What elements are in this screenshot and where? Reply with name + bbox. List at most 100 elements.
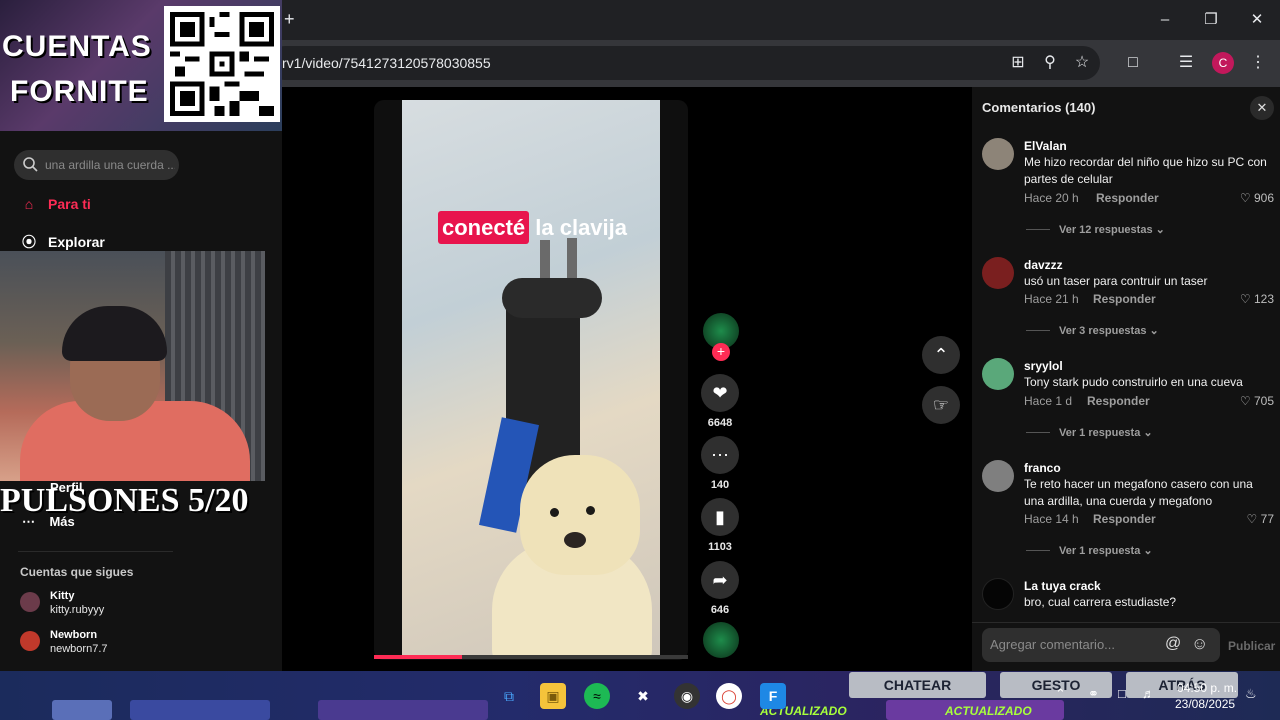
network-icon[interactable]: □ xyxy=(1118,686,1126,701)
comment-like-count: 123 xyxy=(1253,292,1274,306)
search-input[interactable]: una ardilla una cuerda ... xyxy=(45,158,175,172)
extensions-icon[interactable]: □ xyxy=(1122,52,1144,74)
like-button[interactable]: ❤ xyxy=(701,374,739,412)
next-video-button[interactable]: ☞ xyxy=(922,386,960,424)
install-app-icon[interactable]: ⊞ xyxy=(1007,52,1029,74)
publish-button[interactable]: Publicar xyxy=(1228,639,1275,653)
sidebar-divider xyxy=(18,551,173,552)
comment-like[interactable]: ♡ 705 xyxy=(1214,394,1274,408)
profile-avatar[interactable]: C xyxy=(1212,52,1234,74)
close-window-icon[interactable]: ✕ xyxy=(1242,8,1272,32)
chevron-down-icon: ⌄ xyxy=(1149,325,1159,337)
view-replies-label: Ver 1 respuesta xyxy=(1059,427,1141,439)
reply-button[interactable]: Responder xyxy=(1093,292,1156,306)
comment-like[interactable]: ♡ 123 xyxy=(1214,292,1274,306)
avatar[interactable] xyxy=(982,358,1014,390)
comment-like-count: 705 xyxy=(1253,394,1274,408)
obs-icon[interactable]: ◉ xyxy=(674,683,700,709)
heart-icon: ❤ xyxy=(712,383,728,403)
comment-time: Hace 21 h xyxy=(1024,292,1079,306)
close-icon[interactable]: ✕ xyxy=(1250,96,1274,120)
like-count: 6648 xyxy=(707,417,733,429)
file-explorer-icon[interactable]: ▣ xyxy=(540,683,566,709)
avatar[interactable] xyxy=(982,460,1014,492)
restore-icon[interactable]: ❐ xyxy=(1196,8,1226,32)
spotify-icon[interactable]: ≈ xyxy=(584,683,610,709)
zoom-icon[interactable]: ⚲ xyxy=(1039,52,1061,74)
taskbar-tile[interactable] xyxy=(318,700,488,720)
webcam-overlay xyxy=(0,251,265,481)
comment-text: Te reto hacer un megafono casero con una… xyxy=(1024,477,1253,508)
windows-start-icon[interactable]: ⧉ xyxy=(496,683,522,709)
media-control-icon[interactable]: ☰ xyxy=(1175,52,1197,74)
comment-text: Me hizo recordar del niño que hizo su PC… xyxy=(1024,155,1267,186)
bookmark-star-icon[interactable]: ☆ xyxy=(1071,52,1093,74)
share-button[interactable]: ➦ xyxy=(701,561,739,599)
app-f-icon[interactable]: F xyxy=(760,683,786,709)
view-replies-label: Ver 3 respuestas xyxy=(1059,325,1147,337)
url-text[interactable]: rv1/video/7541273120578030855 xyxy=(282,55,491,71)
tray-chevron-icon[interactable]: ⌃ xyxy=(1055,686,1066,702)
nav-for-you[interactable]: ⌂ Para ti xyxy=(18,196,218,220)
comment-like[interactable]: ♡ 77 xyxy=(1214,512,1274,526)
reply-button[interactable]: Responder xyxy=(1093,512,1156,526)
updated-label: ACTUALIZADO xyxy=(945,704,1032,718)
microphone-icon[interactable]: ⚭ xyxy=(1088,686,1099,702)
comment-user[interactable]: sryylol xyxy=(1024,359,1063,373)
following-item[interactable]: Kitty kitty.rubyyy xyxy=(20,590,220,624)
clock-time[interactable]: 04:50 p. m. xyxy=(1177,681,1237,695)
browser-menu-icon[interactable]: ⋮ xyxy=(1247,52,1269,74)
following-handle: kitty.rubyyy xyxy=(50,604,105,616)
nav-more[interactable]: ⋯ Más xyxy=(22,514,75,530)
comment-button[interactable]: ⋯ xyxy=(701,436,739,474)
music-disc[interactable] xyxy=(703,622,739,658)
minimize-icon[interactable]: – xyxy=(1150,8,1180,32)
search-icon[interactable] xyxy=(22,156,38,172)
mention-icon[interactable]: @ xyxy=(1165,635,1181,653)
qr-code xyxy=(164,6,280,122)
comment-like[interactable]: ♡ 906 xyxy=(1214,191,1274,205)
capcut-icon[interactable]: ✖ xyxy=(630,683,656,709)
chrome-icon[interactable]: ◯ xyxy=(716,683,742,709)
follow-plus-icon[interactable]: + xyxy=(712,343,730,361)
comment-user[interactable]: ElValan xyxy=(1024,139,1067,153)
taskbar-tile[interactable] xyxy=(130,700,270,720)
view-replies[interactable]: Ver 3 respuestas ⌄ xyxy=(1059,324,1159,337)
comment-user[interactable]: davzzz xyxy=(1024,258,1063,272)
comment-user[interactable]: franco xyxy=(1024,461,1061,475)
avatar[interactable] xyxy=(982,578,1014,610)
comment-text: usó un taser para contruir un taser xyxy=(1024,274,1208,288)
taskbar-tile[interactable] xyxy=(52,700,112,720)
save-button[interactable]: ▮ xyxy=(701,498,739,536)
emoji-icon[interactable]: ☺ xyxy=(1191,634,1208,654)
replies-divider xyxy=(1026,229,1050,230)
avatar[interactable] xyxy=(982,138,1014,170)
caption-rest: la clavija xyxy=(529,215,628,240)
new-tab-button[interactable]: + xyxy=(284,8,302,30)
reply-button[interactable]: Responder xyxy=(1087,394,1150,408)
view-replies-label: Ver 12 respuestas xyxy=(1059,224,1153,236)
following-item[interactable]: Newborn newborn7.7 xyxy=(20,629,220,663)
previous-video-button[interactable]: ⌃ xyxy=(922,336,960,374)
video-progress-fill[interactable] xyxy=(374,655,462,659)
comment-placeholder[interactable]: Agregar comentario... xyxy=(990,637,1115,652)
nav-more-label: Más xyxy=(49,514,75,529)
avatar xyxy=(20,631,40,651)
comment-time: Hace 14 h xyxy=(1024,512,1079,526)
avatar[interactable] xyxy=(982,257,1014,289)
notification-bell-icon[interactable]: ♨ xyxy=(1245,686,1257,702)
view-replies[interactable]: Ver 1 respuesta ⌄ xyxy=(1059,544,1153,557)
clock-date[interactable]: 23/08/2025 xyxy=(1175,697,1235,711)
comment-user[interactable]: La tuya crack xyxy=(1024,579,1101,593)
comment-time: Hace 1 d xyxy=(1024,394,1073,408)
promo-text-line2: FORNITE xyxy=(10,75,149,108)
replies-divider xyxy=(1026,330,1050,331)
view-replies[interactable]: Ver 1 respuesta ⌄ xyxy=(1059,426,1153,439)
replies-divider xyxy=(1026,432,1050,433)
volume-icon[interactable]: ♬ xyxy=(1142,686,1155,701)
reply-button[interactable]: Responder xyxy=(1096,191,1159,205)
video-content[interactable] xyxy=(402,100,660,656)
nav-explore-label: Explorar xyxy=(48,234,105,250)
view-replies[interactable]: Ver 12 respuestas ⌄ xyxy=(1059,223,1165,236)
chat-button[interactable]: CHATEAR xyxy=(849,672,986,698)
